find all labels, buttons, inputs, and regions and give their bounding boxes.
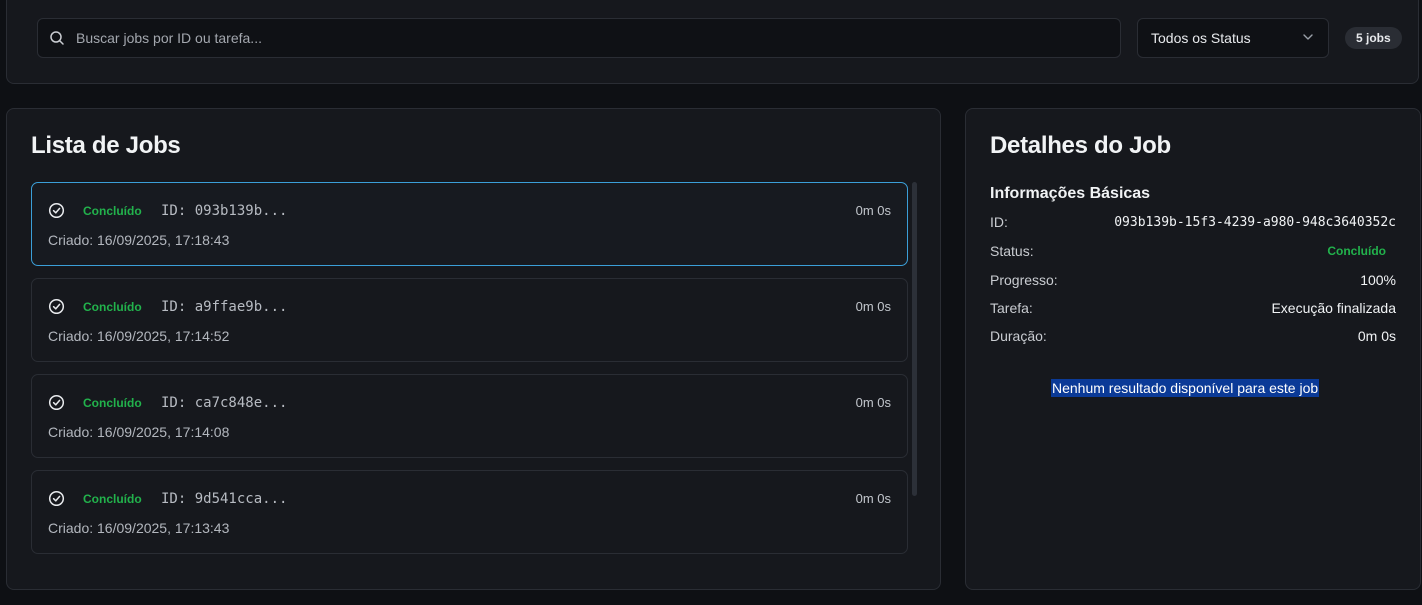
- job-status: Concluído: [83, 204, 142, 218]
- detail-value: 093b139b-15f3-4239-a980-948c3640352c: [1114, 214, 1396, 230]
- detail-row-task: Tarefa: Execução finalizada: [990, 300, 1396, 316]
- detail-label: Progresso:: [990, 272, 1058, 288]
- detail-value: 0m 0s: [1357, 328, 1396, 344]
- check-circle-icon: [48, 394, 65, 411]
- search-input[interactable]: [76, 30, 1120, 46]
- no-result-message: Nenhum resultado disponível para este jo…: [1051, 379, 1320, 397]
- job-id: ID: a9ffae9b...: [161, 299, 288, 315]
- search-icon: [38, 30, 76, 46]
- detail-row-duration: Duração: 0m 0s: [990, 328, 1396, 344]
- job-created: Criado: 16/09/2025, 17:13:43: [48, 520, 230, 536]
- job-duration: 0m 0s: [855, 395, 891, 410]
- detail-value: 100%: [1360, 272, 1396, 288]
- job-duration: 0m 0s: [855, 491, 891, 506]
- basic-info-heading: Informações Básicas: [990, 185, 1151, 202]
- job-duration: 0m 0s: [855, 203, 891, 218]
- job-card[interactable]: Concluído ID: a9ffae9b... 0m 0s Criado: …: [31, 278, 908, 362]
- jobs-list-panel: Lista de Jobs Concluído ID: 093b139b... …: [6, 108, 941, 590]
- status-filter-select[interactable]: Todos os Status: [1137, 18, 1329, 58]
- job-created: Criado: 16/09/2025, 17:18:43: [48, 232, 230, 248]
- detail-label: Duração:: [990, 328, 1047, 344]
- job-status: Concluído: [83, 396, 142, 410]
- search-box[interactable]: [37, 18, 1121, 58]
- detail-label: ID:: [990, 214, 1008, 230]
- detail-value: Execução finalizada: [1271, 300, 1396, 316]
- job-created: Criado: 16/09/2025, 17:14:08: [48, 424, 230, 440]
- job-status: Concluído: [83, 492, 142, 506]
- detail-row-id: ID: 093b139b-15f3-4239-a980-948c3640352c: [990, 214, 1396, 230]
- jobs-list-title: Lista de Jobs: [31, 132, 181, 159]
- job-card[interactable]: Concluído ID: ca7c848e... 0m 0s Criado: …: [31, 374, 908, 458]
- job-id: ID: 093b139b...: [161, 203, 288, 219]
- detail-row-status: Status: Concluído: [990, 243, 1396, 259]
- filter-panel: Todos os Status 5 jobs: [6, 0, 1419, 84]
- check-circle-icon: [48, 490, 65, 507]
- job-details-title: Detalhes do Job: [990, 132, 1171, 159]
- job-created: Criado: 16/09/2025, 17:14:52: [48, 328, 230, 344]
- check-circle-icon: [48, 298, 65, 315]
- detail-status-badge: Concluído: [1327, 244, 1386, 258]
- job-details-panel: Detalhes do Job Informações Básicas ID: …: [965, 108, 1421, 590]
- jobs-list-scrollbar[interactable]: [912, 182, 917, 496]
- check-circle-icon: [48, 202, 65, 219]
- jobs-count-badge: 5 jobs: [1345, 27, 1402, 49]
- status-filter-value: Todos os Status: [1151, 30, 1251, 46]
- job-card[interactable]: Concluído ID: 093b139b... 0m 0s Criado: …: [31, 182, 908, 266]
- detail-row-progress: Progresso: 100%: [990, 272, 1396, 288]
- job-id: ID: ca7c848e...: [161, 395, 288, 411]
- job-id: ID: 9d541cca...: [161, 491, 288, 507]
- detail-label: Status:: [990, 243, 1034, 259]
- detail-label: Tarefa:: [990, 300, 1033, 316]
- chevron-down-icon: [1302, 30, 1314, 46]
- job-status: Concluído: [83, 300, 142, 314]
- job-duration: 0m 0s: [855, 299, 891, 314]
- job-card[interactable]: Concluído ID: 9d541cca... 0m 0s Criado: …: [31, 470, 908, 554]
